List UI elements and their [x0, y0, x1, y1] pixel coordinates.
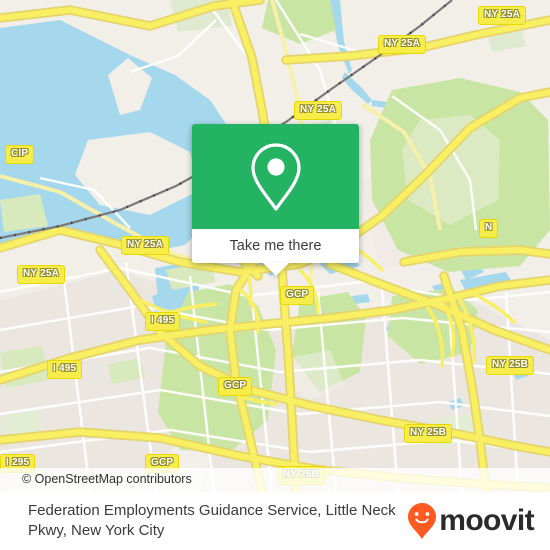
page-footer: Federation Employments Guidance Service,… — [0, 492, 550, 550]
moovit-wordmark: moovit — [439, 504, 534, 537]
road-shield[interactable]: GCP — [218, 377, 253, 396]
road-shield[interactable]: I 495 — [145, 312, 181, 331]
callout-header — [192, 124, 359, 229]
take-me-there-label: Take me there — [229, 238, 322, 254]
road-shield[interactable]: CIP — [5, 145, 35, 164]
map-attribution[interactable]: © OpenStreetMap contributors — [0, 468, 550, 492]
take-me-there-button[interactable]: Take me there — [192, 229, 359, 276]
map-page: NY 25A NY 25A NY 25A CIP NY 25A N NY 25A… — [0, 0, 550, 550]
road-shield[interactable]: NY 25A — [121, 236, 170, 255]
location-callout-card[interactable]: Take me there — [192, 124, 359, 276]
place-title: Federation Employments Guidance Service,… — [28, 501, 396, 539]
road-shield[interactable]: N — [479, 219, 499, 238]
moovit-logo[interactable]: moovit — [407, 502, 550, 540]
location-pin-icon — [250, 142, 301, 211]
road-shield[interactable]: NY 25A — [294, 101, 343, 120]
road-shield[interactable]: GCP — [280, 286, 315, 305]
moovit-smiley-pin-icon — [408, 503, 437, 539]
road-shield[interactable]: NY 25A — [478, 6, 527, 25]
road-shield[interactable]: NY 25A — [17, 265, 66, 284]
road-shield[interactable]: I 495 — [47, 360, 83, 379]
road-shield[interactable]: NY 25B — [404, 424, 453, 443]
road-shield[interactable]: NY 25B — [486, 356, 535, 375]
road-shield[interactable]: NY 25A — [378, 35, 427, 54]
callout-pointer — [262, 263, 289, 276]
